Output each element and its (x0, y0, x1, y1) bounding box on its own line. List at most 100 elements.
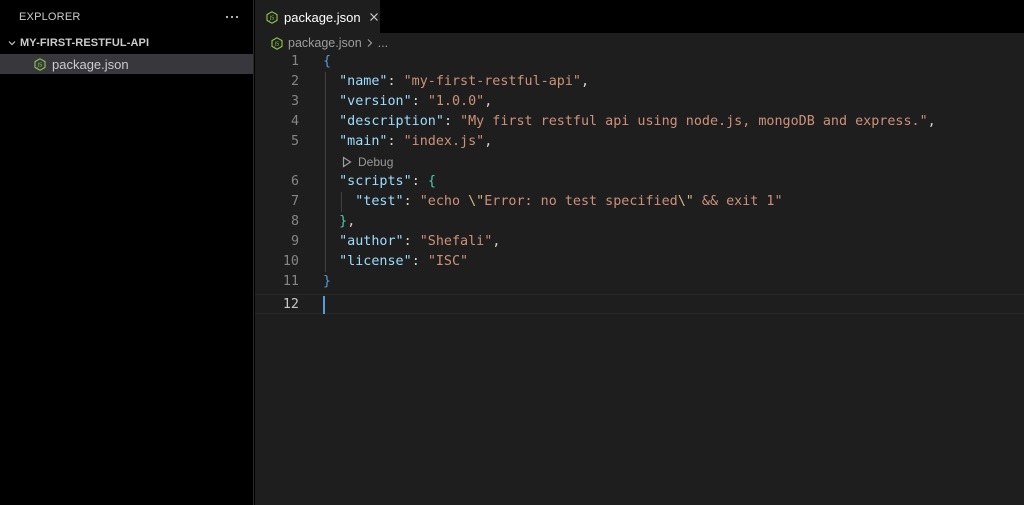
code-line[interactable]: 7 "test": "echo \"Error: no test specifi… (255, 192, 1024, 212)
code-token: : (387, 74, 404, 89)
code-line[interactable]: 9 "author": "Shefali", (255, 232, 1024, 252)
code-token: "Shefali" (419, 234, 493, 249)
line-number: 11 (282, 274, 299, 289)
indent-guide (341, 192, 342, 212)
breadcrumb: JS package.json ... (255, 33, 1024, 53)
svg-text:JS: JS (274, 41, 280, 47)
code-token: "index.js" (403, 134, 485, 149)
code-line[interactable]: 11} (255, 272, 1024, 292)
code-line[interactable]: 6 "scripts": { (255, 172, 1024, 192)
line-number: 5 (290, 134, 299, 149)
code-token: , (484, 94, 493, 109)
code-text: "description": "My first restful api usi… (323, 112, 936, 132)
code-token: : (443, 114, 461, 129)
code-token: , (484, 134, 493, 149)
folder-row[interactable]: MY-FIRST-RESTFUL-API (0, 33, 253, 53)
code-area[interactable]: 1{2 "name": "my-first-restful-api", 3 "ve… (255, 52, 1024, 505)
line-number: 10 (282, 254, 299, 269)
chevron-down-icon (6, 37, 18, 49)
code-text: "name": "my-first-restful-api", (323, 72, 589, 92)
code-text: "main": "index.js", (323, 132, 492, 152)
code-line[interactable]: 12 (255, 294, 1024, 314)
play-icon (342, 156, 354, 168)
code-token: "test" (355, 194, 404, 209)
code-text: "scripts": { (323, 172, 436, 192)
code-text: { (323, 52, 331, 72)
explorer-header: EXPLORER (0, 0, 253, 33)
line-number: 6 (290, 174, 299, 189)
code-line[interactable]: 10 "license": "ISC" (255, 252, 1024, 272)
code-line[interactable]: 2 "name": "my-first-restful-api", (255, 72, 1024, 92)
tab-bar: JS package.json (255, 0, 1024, 33)
line-number: 4 (290, 114, 299, 129)
code-token: "main" (339, 134, 388, 149)
code-token: "version" (339, 94, 412, 109)
file-name: package.json (52, 56, 129, 72)
code-token: : (411, 94, 428, 109)
code-token: "name" (339, 74, 388, 89)
debug-codelens[interactable]: Debug (342, 154, 393, 170)
code-token: Error: no test specified (484, 194, 678, 209)
code-token: \" (468, 194, 485, 209)
code-line[interactable]: 4 "description": "My first restful api u… (255, 112, 1024, 132)
breadcrumb-more[interactable]: ... (378, 36, 388, 50)
svg-text:JS: JS (37, 62, 43, 68)
close-icon[interactable] (369, 9, 380, 25)
code-token: "echo (419, 194, 469, 209)
file-item-package-json[interactable]: JS package.json (0, 54, 253, 74)
code-token: : (387, 134, 404, 149)
code-text: "test": "echo \"Error: no test specified… (323, 192, 783, 212)
code-token: "1.0.0" (427, 94, 485, 109)
code-token: { (427, 174, 436, 189)
code-token: } (323, 274, 332, 289)
explorer-title: EXPLORER (19, 10, 81, 23)
code-token: "My first restful api using node.js, mon… (460, 114, 928, 129)
line-number: 8 (290, 214, 299, 229)
line-number: 9 (290, 234, 299, 249)
code-token: : (411, 254, 428, 269)
code-line[interactable]: 3 "version": "1.0.0", (255, 92, 1024, 112)
code-token: } (339, 214, 348, 229)
code-text: }, (323, 212, 355, 232)
code-text: "license": "ISC" (323, 252, 468, 272)
code-line[interactable]: 1{ (255, 52, 1024, 72)
code-token: "description" (339, 114, 444, 129)
chevron-right-icon (366, 38, 374, 48)
indent-guide (325, 72, 326, 272)
text-cursor (323, 296, 325, 314)
code-token: "scripts" (339, 174, 412, 189)
code-token: "author" (339, 234, 404, 249)
editor: JS package.json JS package.json ... 1{2 … (255, 0, 1024, 505)
line-number: 1 (290, 54, 299, 69)
nodejs-icon: JS (34, 57, 46, 71)
code-token: , (927, 114, 936, 129)
code-line[interactable]: 8 }, (255, 212, 1024, 232)
code-line[interactable]: 5 "main": "index.js", (255, 132, 1024, 152)
svg-text:JS: JS (269, 15, 275, 21)
code-token: , (492, 234, 501, 249)
explorer-sidebar: EXPLORER MY-FIRST-RESTFUL-API JS package… (0, 0, 254, 505)
code-token: && exit 1" (693, 194, 783, 209)
tab-package-json[interactable]: JS package.json (255, 0, 380, 33)
code-token: \" (677, 194, 694, 209)
code-token: { (323, 54, 332, 69)
code-token: "ISC" (427, 254, 469, 269)
code-token: : (411, 174, 428, 189)
debug-label: Debug (358, 155, 394, 169)
code-token: "license" (339, 254, 412, 269)
nodejs-icon: JS (271, 36, 283, 50)
tab-label: package.json (284, 9, 361, 25)
code-token: , (581, 74, 590, 89)
code-token: : (403, 234, 420, 249)
breadcrumb-file[interactable]: package.json (288, 36, 362, 50)
code-token: : (403, 194, 420, 209)
nodejs-icon: JS (266, 10, 278, 24)
code-text: "author": "Shefali", (323, 232, 500, 252)
line-number: 3 (290, 94, 299, 109)
more-actions-icon[interactable] (223, 8, 241, 26)
code-token: , (347, 214, 356, 229)
line-number: 7 (290, 194, 299, 209)
code-token: "my-first-restful-api" (403, 74, 581, 89)
line-number: 12 (282, 297, 299, 312)
